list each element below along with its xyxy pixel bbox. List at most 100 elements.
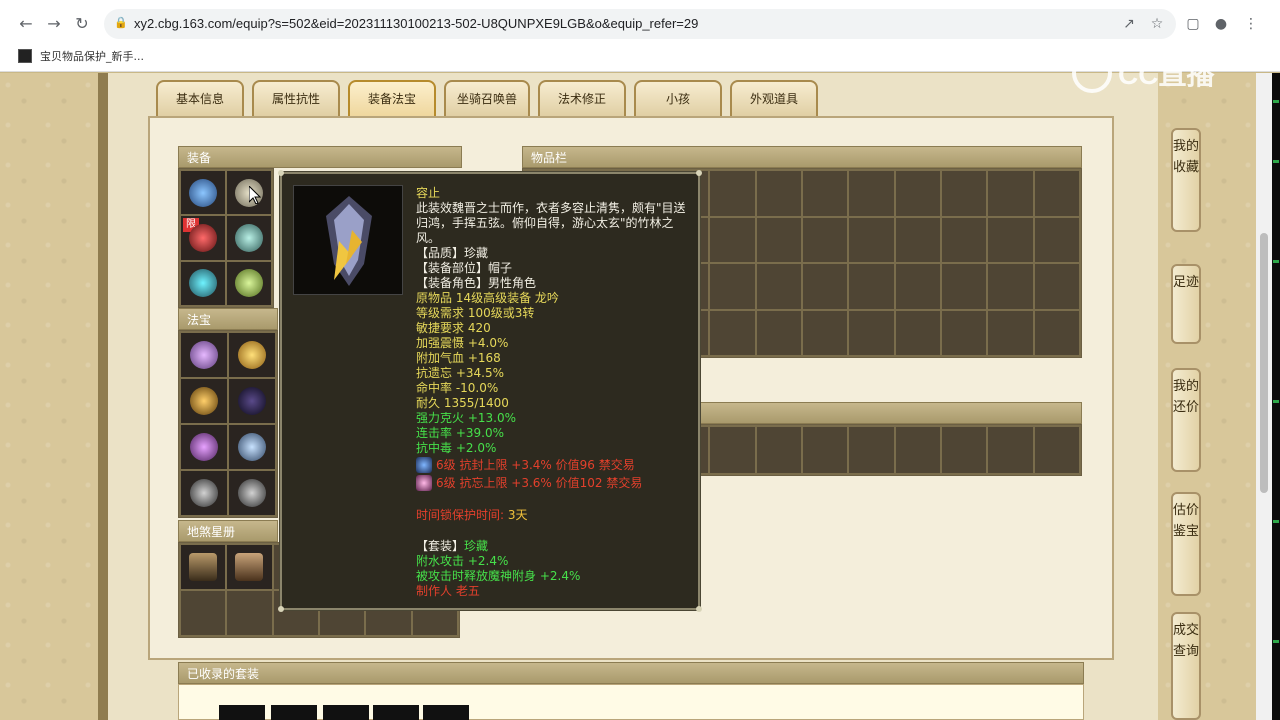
inventory-slot[interactable]	[710, 310, 755, 355]
star-card-slot[interactable]	[181, 545, 226, 589]
inventory-slot[interactable]	[895, 171, 940, 216]
ticker-mark	[1273, 640, 1279, 643]
address-bar[interactable]: 🔒 xy2.cbg.163.com/equip?s=502&eid=202311…	[104, 9, 1176, 39]
treasure-slot[interactable]	[229, 379, 275, 423]
inventory-slot[interactable]	[710, 427, 755, 473]
inventory-slot[interactable]	[802, 427, 848, 473]
set-thumbnail[interactable]	[423, 705, 469, 720]
inventory-slot[interactable]	[941, 171, 987, 216]
inventory-slot[interactable]	[849, 264, 894, 309]
ticker-mark	[1273, 520, 1279, 523]
tab-equipment[interactable]: 装备法宝	[348, 80, 436, 116]
inventory-slot[interactable]	[988, 217, 1033, 262]
inventory-slot[interactable]	[710, 217, 755, 262]
inventory-slot[interactable]	[895, 264, 940, 309]
inventory-slot[interactable]	[802, 171, 848, 216]
inventory-slot[interactable]	[941, 264, 987, 309]
equipment-slot[interactable]	[181, 261, 225, 305]
inventory-slot[interactable]	[710, 171, 755, 216]
sidebar-favorites[interactable]: 我的收藏	[1171, 128, 1201, 232]
inventory-slot[interactable]	[1034, 310, 1079, 355]
inventory-slot[interactable]	[1034, 217, 1079, 262]
tab-basic-info[interactable]: 基本信息	[156, 80, 244, 116]
scrollbar[interactable]	[1256, 73, 1272, 720]
item-name: 容止	[416, 186, 441, 200]
inventory-slot[interactable]	[1034, 264, 1079, 309]
inventory-slot[interactable]	[988, 264, 1033, 309]
lock-icon[interactable]: 🔒	[114, 16, 128, 30]
treasure-slot[interactable]	[181, 333, 227, 377]
inventory-slot[interactable]	[895, 427, 940, 473]
inventory-slot[interactable]	[802, 310, 848, 355]
inventory-slot[interactable]	[710, 264, 755, 309]
equipment-slot[interactable]: 限	[181, 216, 225, 260]
inventory-slot[interactable]	[802, 264, 848, 309]
item-origin: 原物品 14级高级装备 龙吟	[416, 291, 559, 305]
pagoda-icon	[190, 387, 218, 415]
inventory-slot[interactable]	[895, 310, 940, 355]
menu-icon[interactable]: ⋮	[1242, 15, 1260, 33]
set-value: 珍藏	[464, 539, 489, 553]
inventory-slot[interactable]	[941, 217, 987, 262]
star-icon[interactable]: ☆	[1148, 15, 1166, 33]
treasure-slot[interactable]	[229, 333, 275, 377]
equipment-slot[interactable]	[227, 216, 271, 260]
tab-child[interactable]: 小孩	[634, 80, 722, 116]
inventory-slot[interactable]	[756, 171, 801, 216]
set-thumbnail[interactable]	[373, 705, 419, 720]
sidebar-counteroffer[interactable]: 我的还价	[1171, 368, 1201, 472]
tab-mounts[interactable]: 坐骑召唤兽	[444, 80, 530, 116]
back-icon[interactable]: ←	[16, 14, 36, 34]
tab-attributes[interactable]: 属性抗性	[252, 80, 340, 116]
scrollbar-thumb[interactable]	[1260, 233, 1268, 493]
star-card-slot[interactable]	[227, 545, 272, 589]
inventory-slot[interactable]	[756, 310, 801, 355]
tab-appearance[interactable]: 外观道具	[730, 80, 818, 116]
sidebar-icon[interactable]: ▢	[1184, 15, 1202, 33]
inventory-slot[interactable]	[988, 171, 1033, 216]
inventory-slot[interactable]	[849, 217, 894, 262]
equipment-slot[interactable]	[181, 171, 225, 215]
equipment-slot[interactable]	[227, 261, 271, 305]
inventory-slot[interactable]	[941, 427, 987, 473]
url-text[interactable]: xy2.cbg.163.com/equip?s=502&eid=20231113…	[134, 16, 698, 31]
inventory-slot[interactable]	[941, 310, 987, 355]
inventory-slot[interactable]	[895, 217, 940, 262]
treasure-slot[interactable]	[229, 425, 275, 469]
set-thumbnail[interactable]	[323, 705, 369, 720]
inventory-slot[interactable]	[1034, 171, 1079, 216]
inventory-slot[interactable]	[849, 427, 894, 473]
sidebar-history[interactable]: 足迹	[1171, 264, 1201, 344]
inventory-slot[interactable]	[802, 217, 848, 262]
star-card-slot[interactable]	[181, 591, 226, 635]
profile-icon[interactable]: ●	[1212, 15, 1230, 33]
tab-spells[interactable]: 法术修正	[538, 80, 626, 116]
treasure-header: 法宝	[178, 308, 278, 330]
set-thumbnail[interactable]	[219, 705, 265, 720]
inventory-slot[interactable]	[1034, 427, 1079, 473]
inventory-slot[interactable]	[849, 310, 894, 355]
inventory-slot[interactable]	[988, 427, 1033, 473]
treasure-slot[interactable]	[229, 471, 275, 515]
scroll-icon	[190, 341, 218, 369]
star-book-header: 地煞星册	[178, 520, 278, 542]
inventory-slot[interactable]	[756, 217, 801, 262]
share-icon[interactable]: ↗	[1120, 15, 1138, 33]
forward-icon[interactable]: →	[44, 14, 64, 34]
reload-icon[interactable]: ↻	[72, 14, 92, 34]
sword-icon	[238, 433, 266, 461]
sidebar-deals[interactable]: 成交查询	[1171, 612, 1201, 720]
bookmark-item[interactable]: 宝贝物品保护_新手...	[18, 48, 144, 64]
inventory-slot[interactable]	[849, 171, 894, 216]
set-label: 【套装】	[416, 539, 465, 553]
star-card-slot[interactable]	[227, 591, 272, 635]
set-thumbnail[interactable]	[271, 705, 317, 720]
inventory-slot[interactable]	[756, 427, 801, 473]
treasure-slot[interactable]	[181, 425, 227, 469]
inventory-slot[interactable]	[756, 264, 801, 309]
sidebar-appraisal[interactable]: 估价鉴宝	[1171, 492, 1201, 596]
inventory-slot[interactable]	[988, 310, 1033, 355]
treasure-slot[interactable]	[181, 471, 227, 515]
treasure-slot[interactable]	[181, 379, 227, 423]
gem-text: 6级 抗封上限 +3.4% 价值96 禁交易	[436, 457, 635, 472]
